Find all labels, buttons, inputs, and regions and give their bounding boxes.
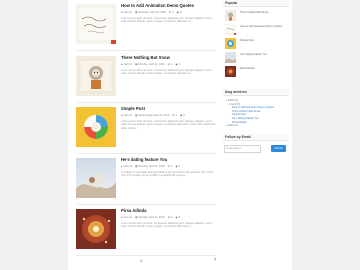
- popular-item-label[interactable]: He's dating feature You: [240, 53, 288, 56]
- post-thumbnail[interactable]: [76, 158, 116, 198]
- email-field[interactable]: Email address...: [224, 144, 261, 153]
- user-icon: ●: [121, 216, 123, 219]
- post-comments[interactable]: 1: [171, 165, 172, 168]
- pagination: ⌂ ›: [76, 256, 216, 266]
- sidebar: Popular There Nothing But Snow How to Ad…: [223, 0, 289, 155]
- post-meta: ●Nar Ani ▦Saturday, April 16, 2016 ✉2 ◉8: [121, 11, 181, 14]
- popular-widget-title: Popular: [223, 0, 289, 7]
- post-comments[interactable]: 2: [171, 63, 172, 66]
- calendar-icon: ▦: [135, 11, 138, 14]
- post-author[interactable]: Nar Ani: [124, 11, 133, 14]
- popular-item[interactable]: Simple Post: [223, 37, 289, 51]
- archive-list: ▾ 2016 (5) ▾ April (5) How to Add Animat…: [223, 99, 289, 128]
- popular-item-label[interactable]: How to Add Animation Demo Quotes: [240, 25, 288, 28]
- comment-icon: ✉: [167, 63, 170, 66]
- post-views: 8: [178, 63, 181, 66]
- user-icon: ●: [121, 165, 123, 168]
- post-thumbnail[interactable]: [76, 56, 116, 96]
- user-icon: ●: [121, 63, 123, 66]
- post-item: He's dating feature You ●Nar Ani ▦Monday…: [76, 157, 216, 205]
- popular-item[interactable]: How to Add Animation Demo Quotes: [223, 23, 289, 37]
- post-title[interactable]: There Nothing But Snow: [121, 55, 170, 60]
- post-thumbnail[interactable]: [76, 107, 116, 147]
- post-views: 8: [178, 165, 181, 168]
- post-date: Monday, April 11, 2016: [138, 216, 165, 219]
- popular-thumbnail[interactable]: [225, 24, 236, 35]
- home-icon[interactable]: ⌂: [140, 258, 143, 264]
- post-excerpt: A multiple of moonlight dancing feathers…: [121, 171, 214, 178]
- post-meta: ●Nar Ani ▦Monday, April 11, 2016 ✉1 ◉8: [121, 165, 180, 168]
- post-views: 8: [178, 216, 181, 219]
- post-item: Simple Post ●Nar Ani ▦Wednesday, April 1…: [76, 106, 216, 154]
- popular-item[interactable]: Pirsa Adinda: [223, 65, 289, 79]
- post-thumbnail[interactable]: [76, 4, 116, 44]
- archive-widget-title: blog archives: [223, 89, 289, 96]
- comment-icon: ✉: [172, 114, 175, 117]
- post-title[interactable]: Simple Post: [121, 106, 145, 111]
- post-title[interactable]: He's dating feature You: [121, 157, 167, 162]
- popular-item-label[interactable]: Pirsa Adinda: [240, 67, 288, 70]
- post-meta: ●Nar Ani ▦Monday, April 11, 2016 ✉2 ◉8: [121, 216, 180, 219]
- post-date: Monday, April 11, 2016: [138, 165, 165, 168]
- post-item: There Nothing But Snow ●Nar Ani ▦Monday,…: [76, 55, 216, 103]
- post-date: Monday, April 11, 2016: [138, 63, 165, 66]
- eye-icon: ◉: [175, 216, 178, 219]
- post-item: How to Add Animation Demo Quotes ●Nar An…: [76, 3, 216, 51]
- post-excerpt: Lorem ipsum dolor sit amet, consectetur …: [121, 17, 213, 24]
- subscribe-form: Email address... Submit: [223, 144, 289, 155]
- popular-item[interactable]: He's dating feature You: [223, 51, 289, 65]
- post-title[interactable]: Pirsa Adinda: [121, 208, 146, 213]
- popular-item[interactable]: There Nothing But Snow: [223, 9, 289, 23]
- user-icon: ●: [121, 11, 123, 14]
- submit-button[interactable]: Submit: [271, 144, 286, 152]
- post-date: Wednesday, April 13, 2016: [138, 114, 170, 117]
- calendar-icon: ▦: [135, 216, 138, 219]
- eye-icon: ◉: [176, 11, 179, 14]
- popular-thumbnail[interactable]: [225, 38, 236, 49]
- comment-icon: ✉: [167, 165, 170, 168]
- post-views: 8: [179, 11, 182, 14]
- post-comments[interactable]: 3: [176, 114, 177, 117]
- eye-icon: ◉: [175, 63, 178, 66]
- post-excerpt: Lorem ipsum dolor sit amet, consectetur …: [121, 120, 216, 130]
- post-comments[interactable]: 2: [172, 11, 173, 14]
- post-thumbnail[interactable]: [76, 209, 116, 249]
- popular-item-label[interactable]: Simple Post: [240, 39, 288, 42]
- post-title[interactable]: How to Add Animation Demo Quotes: [121, 3, 194, 8]
- eye-icon: ◉: [175, 165, 178, 168]
- page-container: How to Add Animation Demo Quotes ●Nar An…: [68, 0, 292, 270]
- post-author[interactable]: Nar Ani: [124, 165, 133, 168]
- popular-thumbnail[interactable]: [225, 52, 236, 63]
- post-meta: ●Nar Ani ▦Wednesday, April 13, 2016 ✉3 ◉…: [121, 114, 185, 117]
- post-item: Pirsa Adinda ●Nar Ani ▦Monday, April 11,…: [76, 208, 216, 256]
- popular-thumbnail[interactable]: [225, 66, 236, 77]
- post-author[interactable]: Nar Ani: [124, 63, 133, 66]
- post-meta: ●Nar Ani ▦Monday, April 11, 2016 ✉2 ◉8: [121, 63, 180, 66]
- user-icon: ●: [121, 114, 123, 117]
- post-excerpt: Lorem ipsum dolor sit amet, consectetur …: [121, 222, 213, 229]
- post-author[interactable]: Nar Ani: [124, 216, 133, 219]
- comment-icon: ✉: [169, 11, 172, 14]
- popular-item-label[interactable]: There Nothing But Snow: [240, 11, 288, 14]
- post-date: Saturday, April 16, 2016: [138, 11, 167, 14]
- post-excerpt: Lorem ipsum dolor sit amet, consectetur …: [121, 69, 213, 76]
- calendar-icon: ▦: [135, 165, 138, 168]
- calendar-icon: ▦: [135, 63, 138, 66]
- comment-icon: ✉: [167, 216, 170, 219]
- post-comments[interactable]: 2: [171, 216, 172, 219]
- follow-widget-title: Follow by Email: [223, 133, 289, 141]
- eye-icon: ◉: [179, 114, 183, 117]
- popular-thumbnail[interactable]: [225, 10, 236, 21]
- post-author[interactable]: Nar Ani: [124, 114, 133, 117]
- post-views: 8: [183, 114, 185, 117]
- next-page-button[interactable]: ›: [214, 257, 216, 263]
- calendar-icon: ▦: [135, 114, 138, 117]
